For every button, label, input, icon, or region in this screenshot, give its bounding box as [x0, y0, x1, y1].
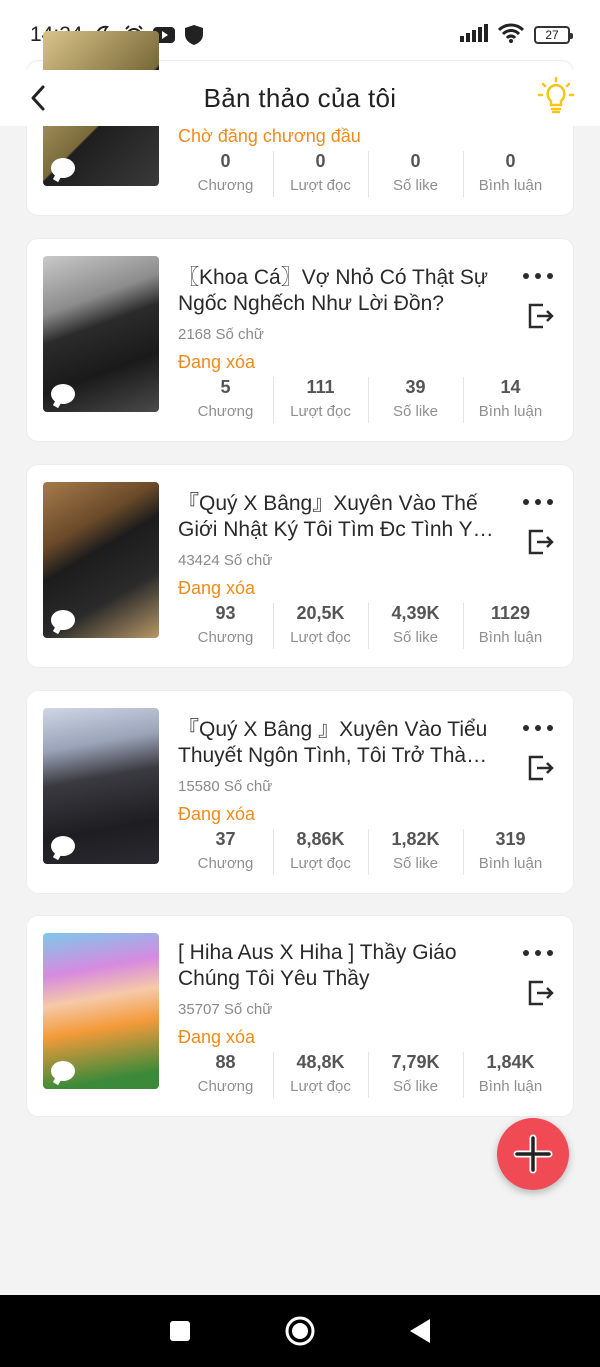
- app-header: Bản thảo của tôi: [0, 70, 600, 126]
- word-count: 15580 Số chữ: [178, 778, 273, 795]
- stat-label: Số like: [392, 1078, 439, 1095]
- draft-status: Đang xóa: [178, 352, 256, 372]
- cover-image: [43, 708, 159, 864]
- stat-reads: 0: [315, 151, 326, 171]
- stat-comments: 0: [505, 151, 516, 171]
- stat-label: Chương: [197, 403, 254, 420]
- stat-label: Số like: [392, 403, 439, 420]
- stat-label: Lượt đọc: [290, 1078, 351, 1095]
- drafts-list[interactable]: Chờ đăng chương đầu 0 Chương 0 Lượt đọc 0 S…: [0, 0, 600, 1295]
- stat-label: Lượt đọc: [290, 177, 351, 194]
- export-icon[interactable]: [525, 301, 555, 331]
- comment-bubble-icon: [51, 1061, 75, 1081]
- stat-likes: 39: [405, 377, 426, 397]
- stat-label: Lượt đọc: [290, 855, 351, 872]
- stat-label: Lượt đọc: [290, 403, 351, 420]
- stats-row: 0 Chương 0 Lượt đọc 0 Số like 0 Bình luận: [178, 149, 558, 197]
- stat-label: Lượt đọc: [290, 629, 351, 646]
- stat-reads: 111: [306, 377, 335, 397]
- stat-label: Chương: [197, 629, 254, 646]
- stat-label: Chương: [197, 1078, 254, 1095]
- word-count: 35707 Số chữ: [178, 1001, 273, 1018]
- more-options-button[interactable]: [523, 946, 553, 960]
- cover-image: [43, 256, 159, 412]
- draft-card[interactable]: [ Hiha Aus X Hiha ] Thầy Giáo Chúng Tôi …: [26, 915, 574, 1117]
- comment-bubble-icon: [51, 610, 75, 630]
- stat-comments: 14: [500, 377, 521, 397]
- plus-icon: [513, 1134, 553, 1174]
- lightbulb-icon: [537, 76, 575, 114]
- stat-reads: 8,86K: [296, 829, 345, 849]
- stat-chapters: 93: [215, 603, 236, 623]
- stat-label: Chương: [197, 177, 254, 194]
- stats-row: 5 Chương 111 Lượt đọc 39 Số like 14 Bình luậ…: [178, 375, 558, 423]
- more-options-button[interactable]: [523, 721, 553, 735]
- comment-bubble-icon: [51, 158, 75, 178]
- draft-title[interactable]: 『Quý X Bâng 』Xuyên Vào Tiểu Thuyết Ngôn …: [178, 717, 508, 769]
- lightbulb-button[interactable]: [534, 74, 578, 118]
- stat-comments: 1129: [490, 603, 531, 623]
- stats-row: 93 Chương 20,5K Lượt đọc 4,39K Số like 1129…: [178, 601, 558, 649]
- cover-image: [43, 933, 159, 1089]
- draft-title[interactable]: 〖Khoa Cá〗Vợ Nhỏ Có Thật Sự Ngốc Nghếch N…: [178, 265, 508, 317]
- draft-card[interactable]: 〖Khoa Cá〗Vợ Nhỏ Có Thật Sự Ngốc Nghếch N…: [26, 238, 574, 442]
- stat-reads: 20,5K: [296, 603, 345, 623]
- add-draft-button[interactable]: [497, 1118, 569, 1190]
- recents-button[interactable]: [160, 1311, 200, 1351]
- stat-likes: 7,79K: [391, 1052, 440, 1072]
- draft-status: Đang xóa: [178, 1027, 256, 1047]
- draft-status: Chờ đăng chương đầu: [178, 126, 361, 146]
- stat-label: Số like: [392, 855, 439, 872]
- draft-card[interactable]: 『Quý X Bâng』Xuyên Vào Thế Giới Nhật Ký T…: [26, 464, 574, 668]
- stats-row: 37 Chương 8,86K Lượt đọc 1,82K Số like 319 B…: [178, 827, 558, 875]
- comment-bubble-icon: [51, 836, 75, 856]
- stat-label: Số like: [392, 629, 439, 646]
- stat-chapters: 5: [220, 377, 231, 397]
- home-button[interactable]: [280, 1311, 320, 1351]
- stat-chapters: 88: [215, 1052, 236, 1072]
- stat-label: Bình luận: [478, 629, 543, 646]
- export-icon[interactable]: [525, 527, 555, 557]
- page-title: Bản thảo của tôi: [203, 82, 397, 113]
- stat-comments: 1,84K: [486, 1052, 535, 1072]
- stat-reads: 48,8K: [296, 1052, 345, 1072]
- stat-likes: 1,82K: [391, 829, 440, 849]
- stat-label: Chương: [197, 855, 254, 872]
- draft-card[interactable]: 『Quý X Bâng 』Xuyên Vào Tiểu Thuyết Ngôn …: [26, 690, 574, 894]
- stat-label: Bình luận: [478, 177, 543, 194]
- stat-likes: 4,39K: [391, 603, 440, 623]
- stat-label: Bình luận: [478, 1078, 543, 1095]
- stat-likes: 0: [410, 151, 421, 171]
- stat-label: Số like: [392, 177, 439, 194]
- stats-row: 88 Chương 48,8K Lượt đọc 7,79K Số like 1,84…: [178, 1050, 558, 1098]
- more-options-button[interactable]: [523, 269, 553, 283]
- export-icon[interactable]: [525, 753, 555, 783]
- stat-comments: 319: [495, 829, 526, 849]
- stat-chapters: 37: [215, 829, 236, 849]
- back-button[interactable]: [20, 80, 56, 116]
- back-nav-button[interactable]: [400, 1311, 440, 1351]
- export-icon[interactable]: [525, 978, 555, 1008]
- stat-label: Bình luận: [478, 855, 543, 872]
- comment-bubble-icon: [51, 384, 75, 404]
- cover-image: [43, 482, 159, 638]
- draft-title[interactable]: [ Hiha Aus X Hiha ] Thầy Giáo Chúng Tôi …: [178, 940, 508, 992]
- stat-chapters: 0: [220, 151, 231, 171]
- draft-status: Đang xóa: [178, 578, 256, 598]
- more-options-button[interactable]: [523, 495, 553, 509]
- draft-status: Đang xóa: [178, 804, 256, 824]
- word-count: 43424 Số chữ: [178, 552, 273, 569]
- system-nav-bar: [0, 1295, 600, 1367]
- draft-title[interactable]: 『Quý X Bâng』Xuyên Vào Thế Giới Nhật Ký T…: [178, 491, 508, 543]
- word-count: 2168 Số chữ: [178, 326, 264, 343]
- stat-label: Bình luận: [478, 403, 543, 420]
